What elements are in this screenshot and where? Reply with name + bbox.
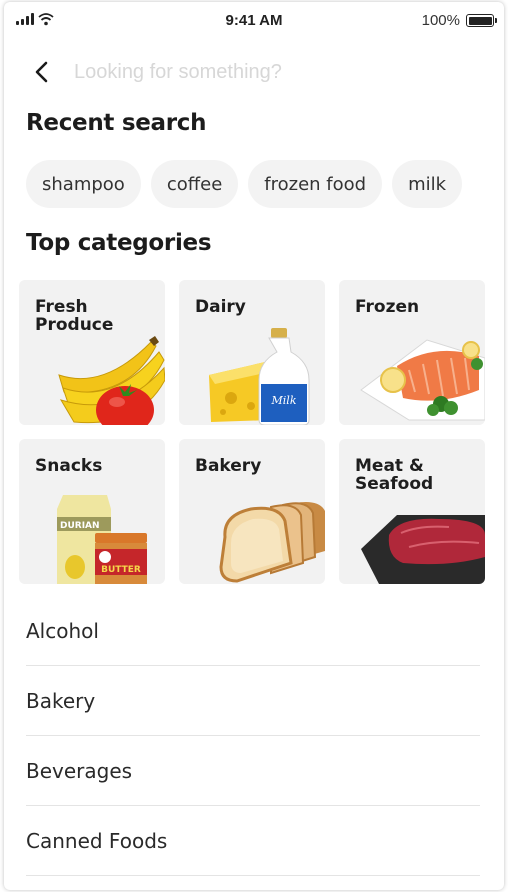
chevron-left-icon[interactable] — [28, 58, 56, 86]
battery-icon — [466, 14, 497, 27]
category-label: Bakery — [195, 456, 262, 476]
category-label: Snacks — [35, 456, 103, 476]
battery-percent: 100% — [421, 12, 460, 29]
list-item[interactable]: Canned Foods — [26, 806, 480, 876]
svg-text:BUTTER: BUTTER — [101, 565, 141, 575]
category-label: Fresh Produce — [35, 297, 114, 335]
category-card-meat-seafood[interactable]: Meat & Seafood — [339, 439, 485, 584]
category-list: Alcohol Bakery Beverages Canned Foods — [26, 596, 480, 876]
svg-text:DURIAN: DURIAN — [60, 521, 100, 531]
recent-chip[interactable]: shampoo — [26, 160, 141, 208]
category-card-snacks[interactable]: Snacks DURIAN BUTTER — [19, 439, 165, 584]
search-bar — [4, 52, 504, 92]
recent-chip[interactable]: frozen food — [248, 160, 383, 208]
recent-chip[interactable]: coffee — [150, 160, 239, 208]
list-item[interactable]: Alcohol — [26, 596, 480, 666]
top-categories-heading: Top categories — [26, 230, 212, 256]
category-label: Frozen — [355, 297, 420, 317]
category-card-frozen[interactable]: Frozen — [339, 280, 485, 425]
search-input[interactable] — [74, 56, 474, 88]
category-card-fresh-produce[interactable]: Fresh Produce — [19, 280, 165, 425]
category-label: Meat & Seafood — [355, 456, 434, 494]
category-card-bakery[interactable]: Bakery — [179, 439, 325, 584]
recent-search-heading: Recent search — [26, 110, 207, 136]
recent-search-chips: shampoo coffee frozen food milk — [26, 160, 463, 208]
category-label: Dairy — [195, 297, 246, 317]
svg-text:Milk: Milk — [271, 394, 297, 407]
list-item[interactable]: Beverages — [26, 736, 480, 806]
category-grid: Fresh Produce Dairy Milk Frozen Snacks D… — [19, 280, 485, 584]
recent-chip[interactable]: milk — [392, 160, 463, 208]
list-item[interactable]: Bakery — [26, 666, 480, 736]
phone-screen: 9:41 AM 100% Recent search shampoo coffe… — [4, 2, 504, 890]
status-bar: 9:41 AM 100% — [4, 2, 504, 38]
category-card-dairy[interactable]: Dairy Milk — [179, 280, 325, 425]
